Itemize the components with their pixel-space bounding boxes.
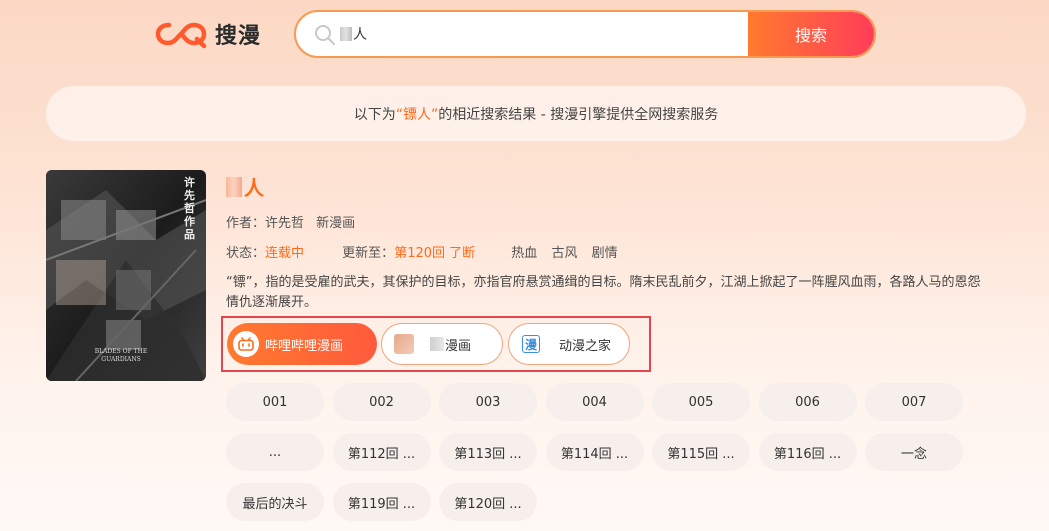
chapter-button[interactable]: ... [226, 433, 324, 471]
source-label: 动漫之家 [559, 338, 612, 354]
cover-text-top: 许先哲 作品 [184, 176, 195, 241]
status-value: 连载中 [265, 246, 305, 261]
header: 搜漫 人 搜索 [0, 0, 1049, 72]
tag[interactable]: 古风 [551, 246, 577, 261]
status-line: 状态：连载中 更新至：第120回 了断 热血 古风 剧情 [226, 246, 618, 261]
tag[interactable]: 剧情 [592, 246, 618, 261]
chapter-button[interactable]: 005 [652, 383, 750, 421]
chapter-button[interactable]: 001 [226, 383, 324, 421]
search-query: 人 [353, 27, 367, 43]
comic-description: “镖”，指的是受雇的武夫，其保护的目标，亦指官府悬赏通缉的目标。隋末民乱前夕，江… [226, 275, 981, 310]
chapter-button[interactable]: 第113回 ... [439, 433, 537, 471]
blurred-text [340, 27, 352, 41]
blurred-source-icon [394, 334, 414, 354]
chapter-button[interactable]: 第120回 ... [439, 483, 537, 521]
comic-title[interactable]: 人 [226, 172, 264, 201]
chapter-button[interactable]: 第115回 ... [652, 433, 750, 471]
publisher[interactable]: 新漫画 [316, 216, 355, 231]
chapter-button[interactable]: 第116回 ... [758, 433, 857, 471]
dmzj-icon: 漫 [521, 334, 541, 354]
source-button-dmzj[interactable]: 漫 动漫之家 [508, 323, 630, 365]
chapter-button[interactable]: 第112回 ... [332, 433, 431, 471]
tag[interactable]: 热血 [511, 246, 537, 261]
latest-chapter[interactable]: 第120回 了断 [394, 246, 475, 261]
source-button-2[interactable]: 漫画 [381, 323, 503, 365]
notice-suffix: 的相近搜索结果 - 搜漫引擎提供全网搜索服务 [438, 106, 719, 123]
chapter-button[interactable]: 第114回 ... [545, 433, 644, 471]
chapter-button[interactable]: 007 [865, 383, 963, 421]
notice-keyword[interactable]: “镖人” [396, 104, 439, 124]
chapter-button[interactable]: 最后的决斗 [226, 483, 324, 521]
search-input[interactable]: 人 [340, 24, 367, 44]
chapter-button[interactable]: 006 [758, 383, 857, 421]
logo-text: 搜漫 [215, 24, 262, 49]
source-button-bilibili[interactable]: 哔哩哔哩漫画 [227, 323, 377, 365]
search-button[interactable]: 搜索 [748, 12, 874, 56]
blurred-text [430, 337, 444, 351]
search-icon [315, 25, 335, 45]
chapter-button[interactable]: 003 [439, 383, 537, 421]
bilibili-icon [233, 331, 259, 357]
cover-text-bottom: BLADES OF THE GUARDIANS [94, 348, 148, 363]
chapter-button[interactable]: 一念 [865, 433, 963, 471]
notice-banner: 以下为 “镖人” 的相近搜索结果 - 搜漫引擎提供全网搜索服务 [46, 86, 1026, 141]
chapter-button[interactable]: 004 [545, 383, 644, 421]
comic-cover[interactable]: 许先哲 作品 BLADES OF THE GUARDIANS [46, 170, 206, 381]
notice-prefix: 以下为 [353, 106, 396, 123]
chapter-button[interactable]: 第119回 ... [332, 483, 431, 521]
blurred-text [226, 176, 242, 197]
chapter-button[interactable]: 002 [332, 383, 431, 421]
logo[interactable]: 搜漫 [155, 16, 261, 52]
source-label: 漫画 [445, 338, 472, 354]
source-list-highlight: 哔哩哔哩漫画 漫画 漫 动漫之家 [221, 316, 651, 372]
source-label: 哔哩哔哩漫画 [265, 338, 344, 354]
author-line: 作者：许先哲 新漫画 [226, 216, 356, 231]
author-name[interactable]: 许先哲 [265, 216, 304, 231]
logo-icon [155, 22, 207, 49]
